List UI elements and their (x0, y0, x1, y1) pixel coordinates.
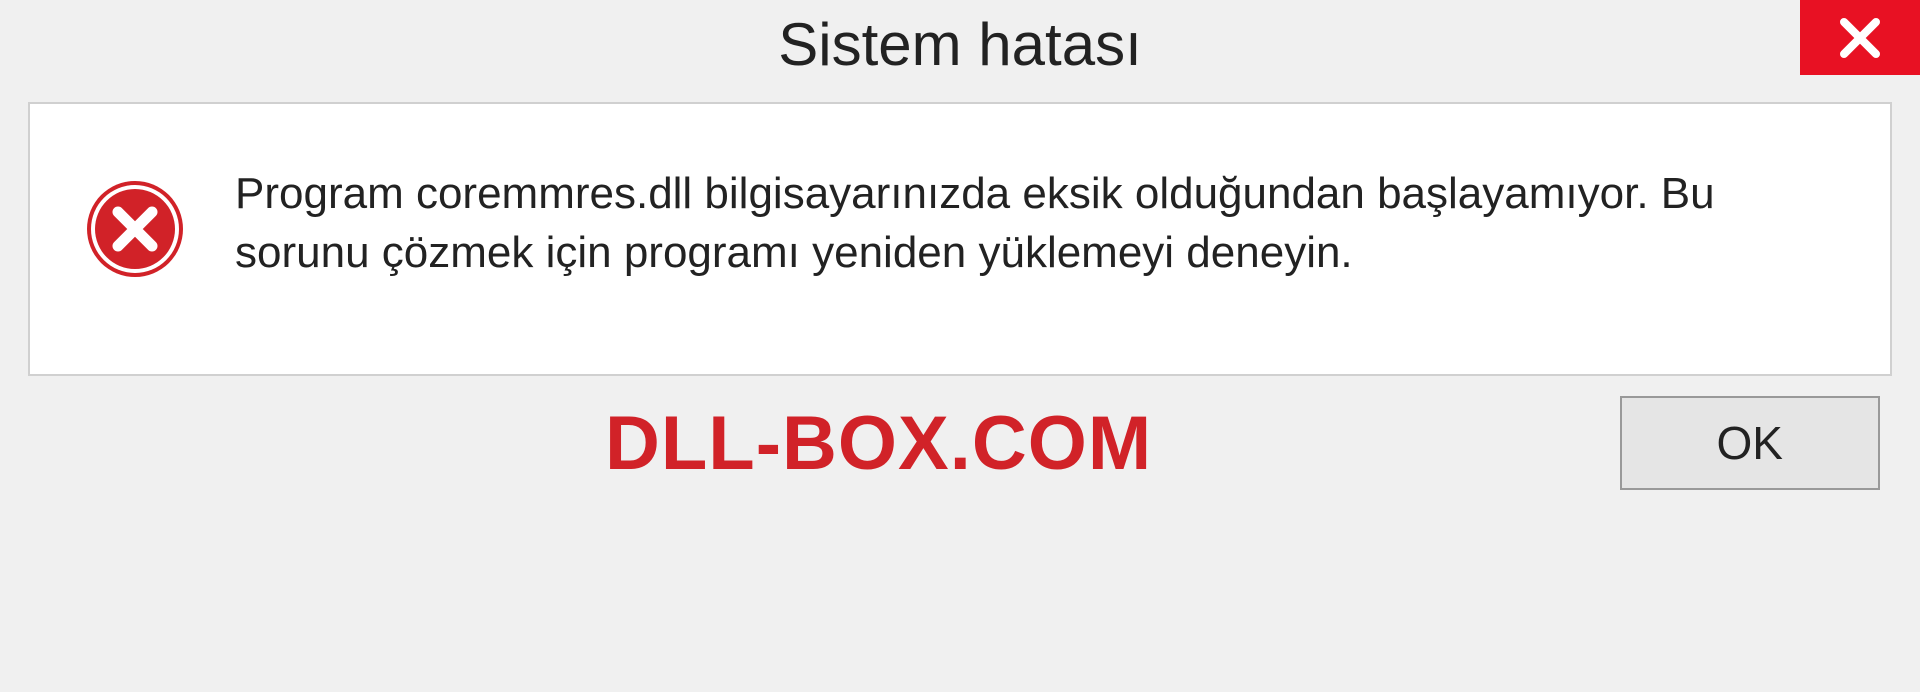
error-dialog: Sistem hatası Program coremmres.dll bilg… (0, 0, 1920, 692)
error-icon (85, 179, 185, 284)
footer: DLL-BOX.COM OK (0, 396, 1920, 520)
titlebar: Sistem hatası (0, 0, 1920, 90)
watermark-text: DLL-BOX.COM (605, 400, 1152, 487)
close-button[interactable] (1800, 0, 1920, 75)
close-icon (1836, 14, 1884, 62)
error-message: Program coremmres.dll bilgisayarınızda e… (235, 164, 1835, 283)
dialog-title: Sistem hatası (778, 0, 1142, 79)
ok-button[interactable]: OK (1620, 396, 1880, 490)
content-panel: Program coremmres.dll bilgisayarınızda e… (28, 102, 1892, 376)
